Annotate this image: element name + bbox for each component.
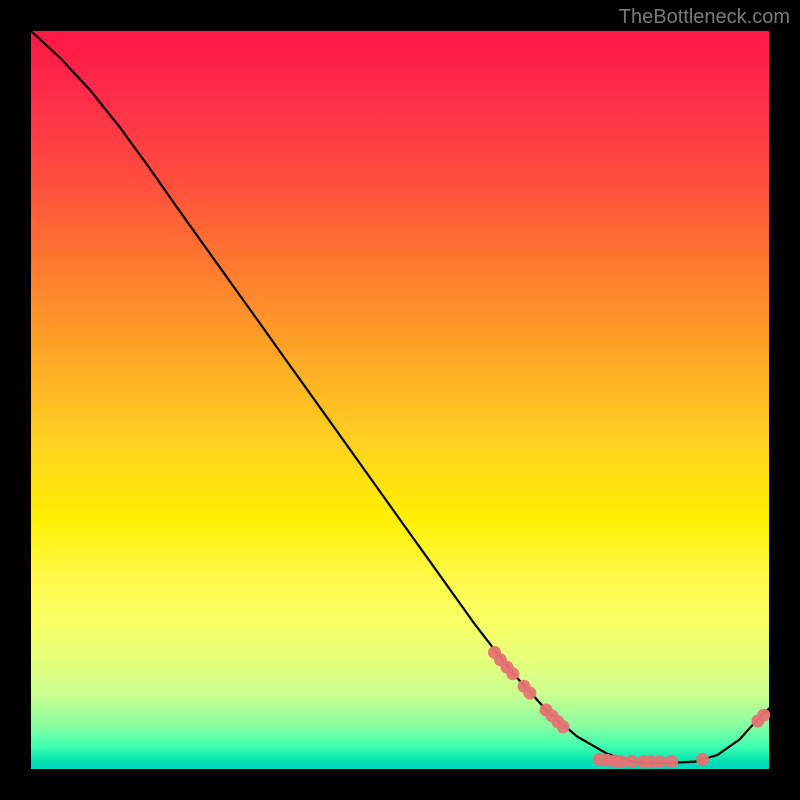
data-point xyxy=(653,755,666,768)
data-points xyxy=(488,646,770,768)
data-point xyxy=(557,720,570,733)
bottleneck-curve xyxy=(31,31,769,763)
chart-overlay xyxy=(31,31,769,769)
watermark-text: TheBottleneck.com xyxy=(619,6,790,29)
data-point xyxy=(523,687,536,700)
data-point xyxy=(757,709,770,722)
data-point xyxy=(665,755,678,768)
data-point xyxy=(625,755,638,768)
data-point xyxy=(696,753,709,766)
data-point xyxy=(506,667,519,680)
